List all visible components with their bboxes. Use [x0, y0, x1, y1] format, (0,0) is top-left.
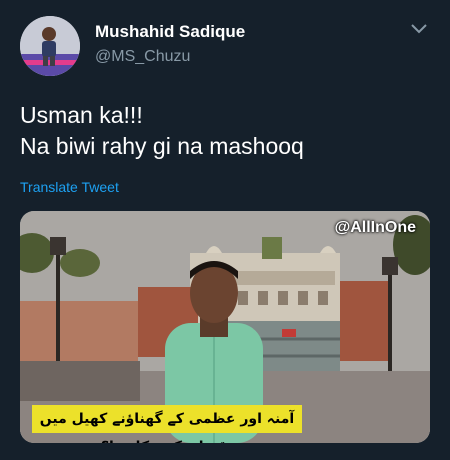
tweet-text-line-2: Na biwi rahy gi na mashooq — [20, 133, 304, 159]
media-caption: آمنہ اور عظمی کے گھناؤنے کھیل میں نقصان … — [32, 405, 302, 443]
translate-tweet-link[interactable]: Translate Tweet — [20, 179, 119, 195]
author-name[interactable]: Mushahid Sadique — [95, 22, 245, 42]
chevron-down-icon[interactable] — [410, 22, 428, 36]
tweet-media[interactable]: @AllInOne آمنہ اور عظمی کے گھناؤنے کھیل … — [20, 211, 430, 443]
tweet-text-line-1: Usman ka!!! — [20, 102, 143, 128]
avatar-photo — [20, 16, 80, 76]
media-watermark: @AllInOne — [334, 219, 416, 236]
author-handle[interactable]: @MS_Chuzu — [95, 48, 190, 66]
tweet-text: Usman ka!!! Na biwi rahy gi na mashooq — [20, 100, 430, 162]
avatar[interactable] — [20, 16, 80, 76]
